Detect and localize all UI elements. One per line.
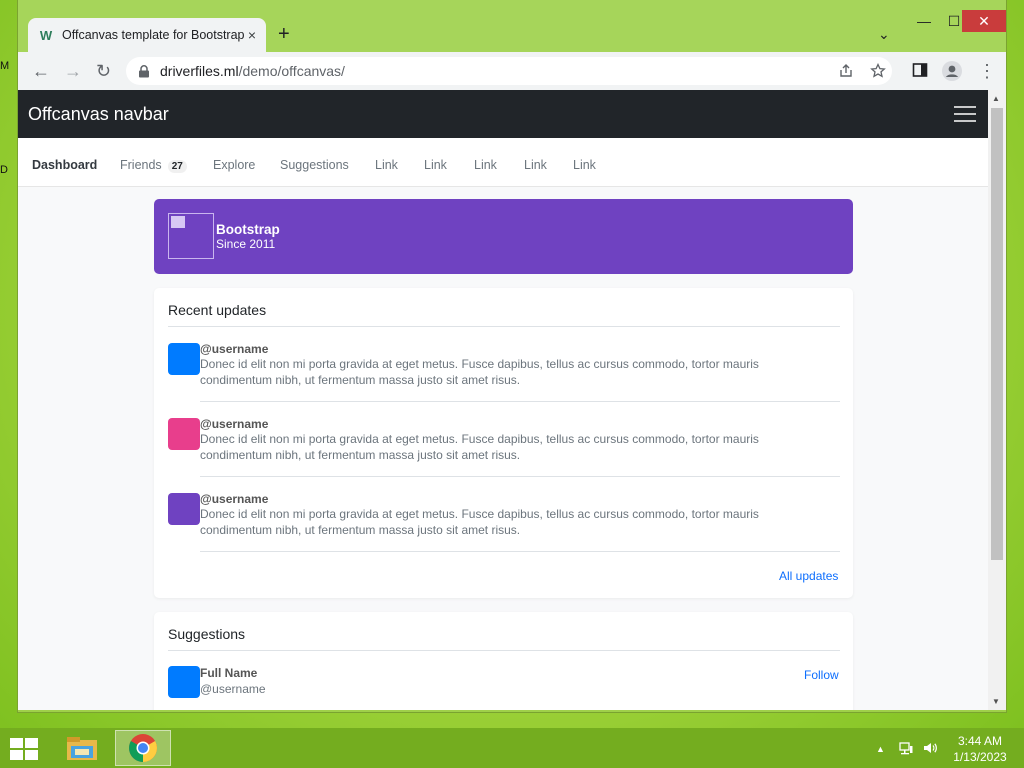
more-icon[interactable]: ⋮ xyxy=(978,61,996,81)
taskbar: ▲ 3:44 AM 1/13/2023 xyxy=(0,728,1024,768)
update-item: @username Donec id elit non mi porta gra… xyxy=(168,327,840,402)
card-heading: Recent updates xyxy=(168,302,267,318)
avatar xyxy=(168,493,200,525)
lock-icon[interactable] xyxy=(138,64,150,78)
divider xyxy=(200,551,840,552)
avatar xyxy=(168,343,200,375)
subnav-item-link[interactable]: Link xyxy=(524,158,547,172)
update-item: @username Donec id elit non mi porta gra… xyxy=(168,402,840,477)
address-bar[interactable]: driverfiles.ml/demo/offcanvas/ xyxy=(126,57,892,85)
suggestion-username: @username xyxy=(200,682,266,696)
update-item: @username Donec id elit non mi porta gra… xyxy=(168,477,840,552)
close-button[interactable]: ✕ xyxy=(962,10,1006,32)
subnav-item-friends[interactable]: Friends 27 xyxy=(120,158,187,173)
subnav-item-dashboard[interactable]: Dashboard xyxy=(32,158,97,172)
bootstrap-logo-broken-image xyxy=(168,213,214,259)
update-username: @username xyxy=(200,417,269,431)
start-windows-icon[interactable] xyxy=(10,738,38,760)
hero-banner: Bootstrap Since 2011 xyxy=(154,199,853,274)
page-viewport: Offcanvas navbar Dashboard Friends 27 Exp… xyxy=(18,90,988,710)
forward-icon[interactable]: → xyxy=(64,61,82,81)
new-tab-icon[interactable]: + xyxy=(278,24,290,44)
follow-link[interactable]: Follow xyxy=(804,668,839,682)
tab-search-icon[interactable]: ⌄ xyxy=(878,26,890,43)
title-bar: W Offcanvas template for Bootstrap × + ⌄… xyxy=(18,0,1006,52)
page-scrollbar[interactable]: ▲ ▼ xyxy=(988,90,1006,710)
browser-window: W Offcanvas template for Bootstrap × + ⌄… xyxy=(18,0,1006,712)
url-text[interactable]: driverfiles.ml/demo/offcanvas/ xyxy=(160,63,345,79)
subnav-item-link[interactable]: Link xyxy=(375,158,398,172)
all-updates-link[interactable]: All updates xyxy=(779,569,838,583)
scroll-down-arrow-icon[interactable]: ▼ xyxy=(992,697,1000,706)
card-heading: Suggestions xyxy=(168,626,246,642)
file-explorer-icon[interactable] xyxy=(54,730,110,766)
chrome-icon[interactable] xyxy=(115,730,171,766)
update-text: Donec id elit non mi porta gravida at eg… xyxy=(200,432,759,462)
suggestion-item: Full Name @username Follow xyxy=(168,664,840,700)
update-text: Donec id elit non mi porta gravida at eg… xyxy=(200,357,759,387)
scroll-thumb[interactable] xyxy=(991,108,1003,560)
network-icon[interactable] xyxy=(898,740,914,759)
share-icon[interactable] xyxy=(838,63,854,83)
update-username: @username xyxy=(200,492,269,506)
scroll-up-arrow-icon[interactable]: ▲ xyxy=(992,94,1000,103)
tab-title: Offcanvas template for Bootstrap xyxy=(62,28,245,42)
desktop-icon-label-fragment: D xyxy=(0,164,8,176)
suggestion-name: Full Name xyxy=(200,666,258,680)
suggestions-card: Suggestions Full Name @username Follow xyxy=(154,612,853,710)
tray-chevron-icon[interactable]: ▲ xyxy=(876,744,885,754)
desktop-icon-label-fragment: M xyxy=(0,60,10,72)
divider xyxy=(168,650,840,651)
favicon-icon: W xyxy=(39,27,53,43)
clock-date: 1/13/2023 xyxy=(953,750,1007,764)
hamburger-menu-icon[interactable] xyxy=(954,106,976,122)
star-icon[interactable] xyxy=(870,62,886,83)
update-text: Donec id elit non mi porta gravida at eg… xyxy=(200,507,759,537)
subnav-item-link[interactable]: Link xyxy=(474,158,497,172)
navbar-brand[interactable]: Offcanvas navbar xyxy=(28,104,169,125)
subnav-item-suggestions[interactable]: Suggestions xyxy=(280,158,349,172)
browser-toolbar: ← → ↻ driverfiles.ml/demo/offcanvas/ ⋮ xyxy=(18,52,1006,90)
friends-count-badge: 27 xyxy=(167,160,187,173)
browser-tab[interactable]: W Offcanvas template for Bootstrap × xyxy=(28,18,266,52)
system-clock[interactable]: 3:44 AM 1/13/2023 xyxy=(944,733,1016,765)
avatar xyxy=(168,418,200,450)
navbar: Offcanvas navbar xyxy=(18,90,988,138)
side-panel-icon[interactable] xyxy=(912,62,928,82)
back-icon[interactable]: ← xyxy=(32,61,50,81)
update-username: @username xyxy=(200,342,269,356)
recent-updates-card: Recent updates @username Donec id elit n… xyxy=(154,288,853,598)
subnav-item-link[interactable]: Link xyxy=(424,158,447,172)
subnav-item-explore[interactable]: Explore xyxy=(213,158,255,172)
volume-icon[interactable] xyxy=(922,740,938,759)
hero-title: Bootstrap xyxy=(216,222,280,237)
avatar xyxy=(168,666,200,698)
reload-icon[interactable]: ↻ xyxy=(96,61,111,81)
profile-icon[interactable] xyxy=(942,61,962,85)
tab-close-icon[interactable]: × xyxy=(248,27,256,43)
subnav-item-link[interactable]: Link xyxy=(573,158,596,172)
subnav: Dashboard Friends 27 Explore Suggestions … xyxy=(18,138,988,187)
hero-subtitle: Since 2011 xyxy=(216,237,276,251)
clock-time: 3:44 AM xyxy=(957,734,1003,748)
